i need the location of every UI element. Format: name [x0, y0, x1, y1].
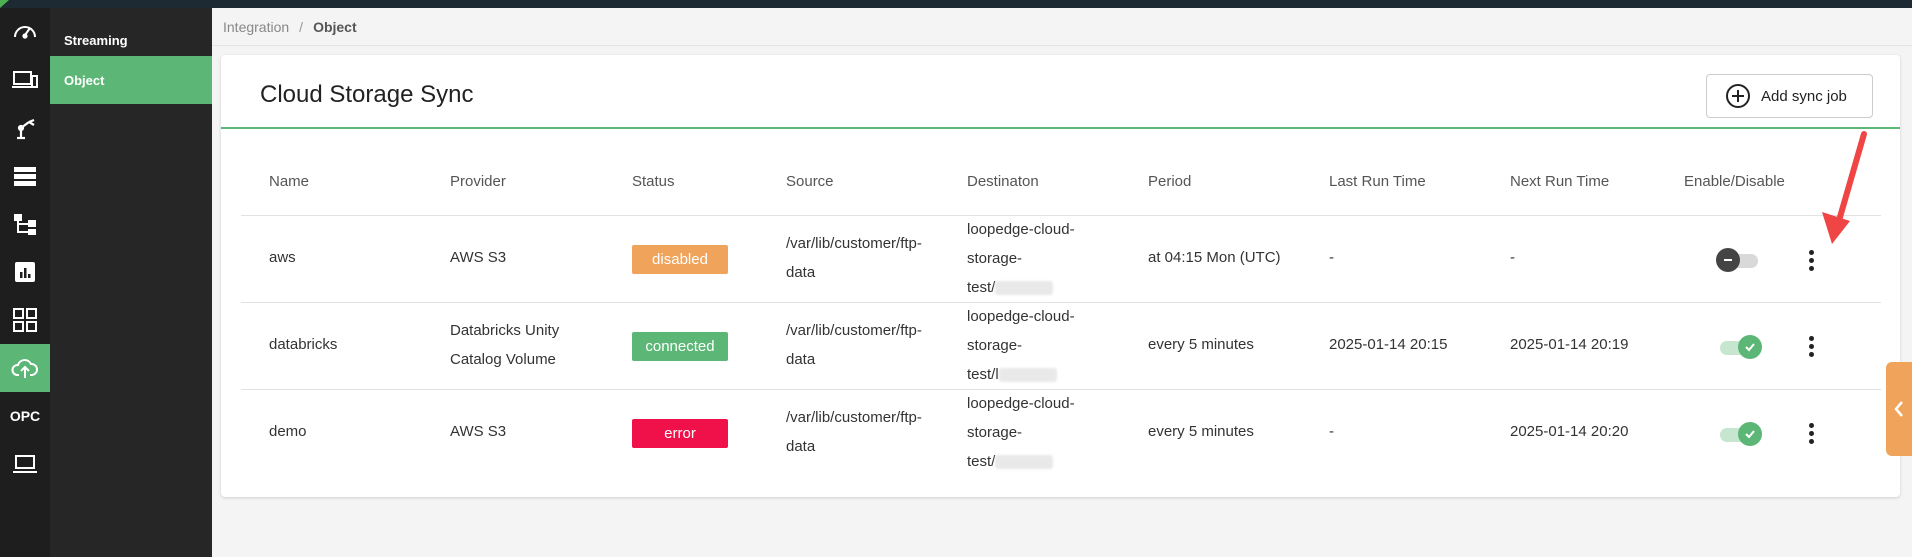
- redacted-text: [995, 455, 1054, 470]
- column-header-next-run: Next Run Time: [1510, 173, 1610, 190]
- toggle-knob-minus-icon: [1716, 248, 1740, 272]
- devices-icon[interactable]: [0, 56, 50, 104]
- source-line: data: [786, 264, 816, 281]
- column-header-source: Source: [786, 173, 834, 190]
- job-last-run: -: [1329, 423, 1334, 440]
- job-next-run: -: [1510, 249, 1515, 266]
- job-name: databricks: [269, 336, 338, 353]
- opc-label: OPC: [9, 408, 41, 424]
- redacted-text: [998, 368, 1057, 383]
- job-last-run: 2025-01-14 20:15: [1329, 336, 1448, 353]
- flow-diagram-icon[interactable]: [0, 200, 50, 248]
- column-header-period: Period: [1148, 173, 1192, 190]
- destination-prefix: test/l: [967, 366, 999, 383]
- redacted-text: [995, 281, 1054, 296]
- breadcrumb-current: Object: [313, 18, 357, 35]
- job-next-run: 2025-01-14 20:20: [1510, 423, 1629, 440]
- server-stack-icon[interactable]: [0, 152, 50, 200]
- enable-toggle[interactable]: [1716, 422, 1762, 446]
- apps-grid-icon[interactable]: [0, 296, 50, 344]
- status-badge: connected: [632, 332, 728, 361]
- destination-line: loopedge-cloud-: [967, 221, 1075, 238]
- table-row[interactable]: demo AWS S3 error /var/lib/customer/ftp-…: [241, 389, 1881, 476]
- more-vertical-icon[interactable]: [1804, 246, 1818, 274]
- subnav-label: Streaming: [64, 32, 128, 48]
- job-destination: loopedge-cloud- storage- test/: [967, 215, 1137, 302]
- table-row[interactable]: databricks Databricks Unity Catalog Volu…: [241, 302, 1881, 389]
- provider-line: Catalog Volume: [450, 351, 556, 368]
- job-last-run: -: [1329, 249, 1334, 266]
- destination-line: storage-: [967, 250, 1023, 267]
- subnav-item-object[interactable]: Object: [50, 56, 212, 104]
- collapse-nub[interactable]: [0, 0, 9, 8]
- sync-jobs-card: Cloud Storage Sync Add sync job Name Pro…: [221, 55, 1900, 497]
- laptop-icon[interactable]: [0, 440, 50, 488]
- column-header-destination: Destinaton: [967, 173, 1039, 190]
- job-source: /var/lib/customer/ftp- data: [786, 229, 956, 287]
- job-destination: loopedge-cloud- storage- test/l: [967, 302, 1137, 389]
- destination-line: test/l: [967, 360, 1137, 389]
- source-line: /var/lib/customer/ftp-: [786, 322, 922, 339]
- status-badge: disabled: [632, 245, 728, 274]
- annotation-arrow-icon: [1822, 131, 1867, 244]
- source-line: /var/lib/customer/ftp-: [786, 409, 922, 426]
- provider-line: Databricks Unity: [450, 322, 560, 339]
- job-period: every 5 minutes: [1148, 423, 1254, 440]
- column-header-provider: Provider: [450, 173, 506, 190]
- table-row[interactable]: aws AWS S3 disabled /var/lib/customer/ft…: [241, 215, 1881, 302]
- top-strip: [0, 0, 1912, 8]
- side-panel-toggle[interactable]: [1886, 362, 1912, 456]
- add-sync-job-button[interactable]: Add sync job: [1706, 74, 1873, 118]
- sub-navigation: Streaming Object: [50, 8, 212, 557]
- breadcrumb-parent[interactable]: Integration: [223, 19, 289, 35]
- job-name: demo: [269, 423, 307, 440]
- dashboard-gauge-icon[interactable]: [0, 8, 50, 56]
- destination-prefix: test/: [967, 453, 996, 470]
- job-next-run: 2025-01-14 20:19: [1510, 336, 1629, 353]
- column-header-status: Status: [632, 173, 675, 190]
- card-header: Cloud Storage Sync Add sync job: [221, 55, 1900, 129]
- job-provider: AWS S3: [450, 423, 507, 440]
- enable-toggle[interactable]: [1716, 335, 1762, 359]
- icon-sidebar: OPC: [0, 8, 50, 557]
- source-line: data: [786, 438, 816, 455]
- column-header-name: Name: [269, 173, 310, 190]
- destination-prefix: test/: [967, 279, 996, 296]
- toggle-knob-check-icon: [1738, 335, 1762, 359]
- enable-toggle[interactable]: [1716, 248, 1760, 272]
- column-header-enable-disable: Enable/Disable: [1684, 173, 1785, 190]
- job-name: aws: [269, 249, 296, 266]
- destination-line: test/: [967, 447, 1137, 476]
- analytics-chart-icon[interactable]: [0, 248, 50, 296]
- job-source: /var/lib/customer/ftp- data: [786, 403, 956, 461]
- breadcrumb: Integration / Object: [212, 8, 1912, 46]
- robot-arm-icon[interactable]: [0, 104, 50, 152]
- job-provider: AWS S3: [450, 249, 507, 266]
- destination-line: loopedge-cloud-: [967, 395, 1075, 412]
- breadcrumb-separator: /: [299, 18, 304, 35]
- toggle-knob-check-icon: [1738, 422, 1762, 446]
- job-source: /var/lib/customer/ftp- data: [786, 316, 956, 374]
- source-line: /var/lib/customer/ftp-: [786, 235, 922, 252]
- job-period: every 5 minutes: [1148, 336, 1254, 353]
- destination-line: test/: [967, 273, 1137, 302]
- destination-line: storage-: [967, 424, 1023, 441]
- column-header-last-run: Last Run Time: [1329, 173, 1426, 190]
- more-vertical-icon[interactable]: [1804, 419, 1818, 447]
- chevron-left-icon: [1894, 401, 1903, 417]
- add-sync-job-label: Add sync job: [1761, 87, 1847, 105]
- destination-line: storage-: [967, 337, 1023, 354]
- destination-line: loopedge-cloud-: [967, 308, 1075, 325]
- cloud-upload-icon[interactable]: [0, 344, 50, 392]
- source-line: data: [786, 351, 816, 368]
- plus-circle-icon: [1726, 84, 1750, 108]
- job-provider: Databricks Unity Catalog Volume: [450, 316, 559, 374]
- opc-nav-item[interactable]: OPC: [0, 392, 50, 440]
- job-destination: loopedge-cloud- storage- test/: [967, 389, 1137, 476]
- status-badge: error: [632, 419, 728, 448]
- subnav-label: Object: [64, 72, 105, 88]
- more-vertical-icon[interactable]: [1804, 332, 1818, 360]
- page-title: Cloud Storage Sync: [260, 81, 474, 108]
- job-period: at 04:15 Mon (UTC): [1148, 249, 1281, 266]
